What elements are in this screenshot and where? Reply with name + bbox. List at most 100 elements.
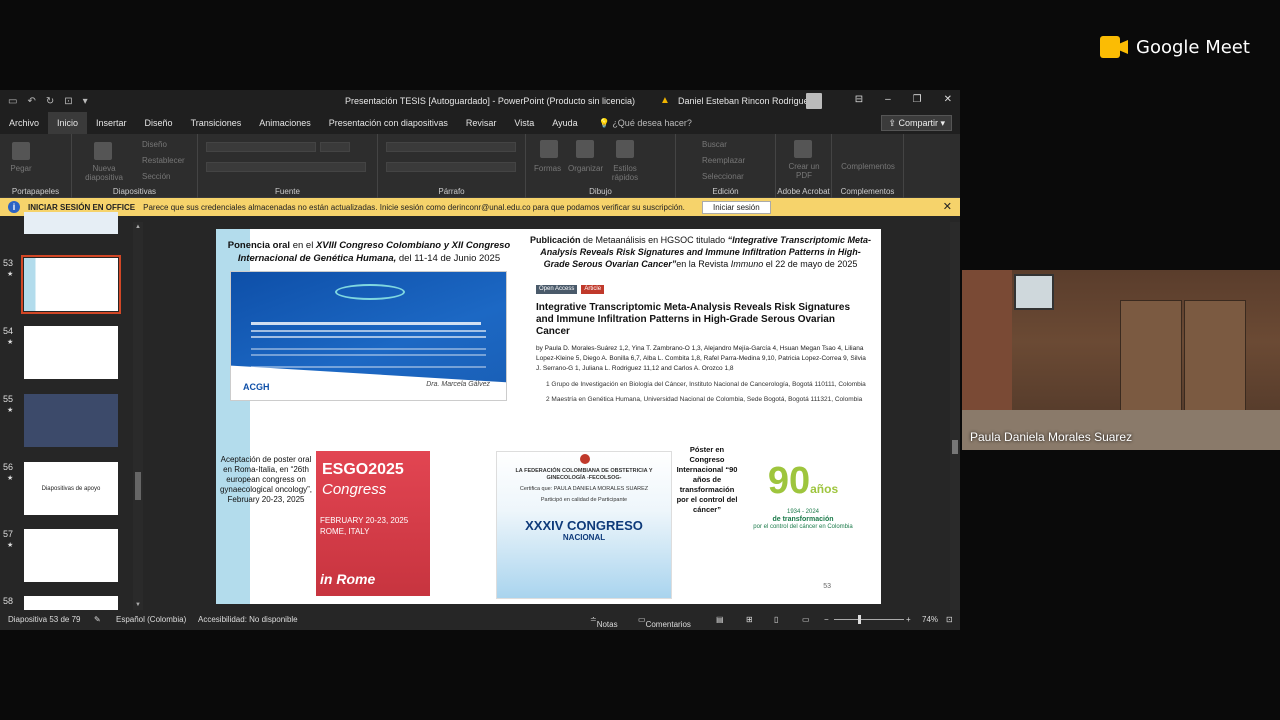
tell-me-search[interactable]: 💡 ¿Qué desea hacer? <box>587 118 692 129</box>
tab-animaciones[interactable]: Animaciones <box>250 112 320 134</box>
redo-icon[interactable]: ↻ <box>46 96 54 107</box>
slide-thumbnail[interactable] <box>24 394 118 447</box>
fecolsog-role: Participó en calidad de Participante <box>540 497 628 503</box>
slide-thumbnail[interactable]: Diapositivas de apoyo <box>24 462 118 515</box>
group-label: Fuente <box>275 187 300 196</box>
fecolsog-cert: Certifica que: PAULA DANIELA MORALES SUA… <box>519 486 649 492</box>
quick-styles-icon[interactable] <box>616 140 634 158</box>
wall-screen <box>1014 274 1054 310</box>
reset-label[interactable]: Restablecer <box>142 156 185 165</box>
close-icon[interactable]: ✕ <box>944 94 952 105</box>
new-slide-icon[interactable] <box>94 142 112 160</box>
signin-button[interactable]: Iniciar sesión <box>702 201 771 214</box>
tab-inicio[interactable]: Inicio <box>48 112 88 134</box>
create-pdf-icon[interactable] <box>794 140 812 158</box>
zoom-slider[interactable] <box>834 619 904 620</box>
fecolsog-nacional: NACIONAL <box>562 533 606 542</box>
tab-archivo[interactable]: Archivo <box>0 112 48 134</box>
notes-label: Notas <box>596 620 618 629</box>
slide-sorter-icon[interactable]: ⊞ <box>746 615 753 624</box>
tab-ayuda[interactable]: Ayuda <box>543 112 586 134</box>
header2-rest: de Metaanálisis en HGSOC titulado <box>580 235 728 245</box>
select-label[interactable]: Seleccionar <box>702 172 744 181</box>
slide-thumbnail[interactable] <box>24 212 118 234</box>
zoom-in-icon[interactable]: + <box>906 615 911 624</box>
infobar-close-icon[interactable]: ✕ <box>943 200 952 213</box>
group-label: Edición <box>712 187 739 196</box>
animation-star-icon: ★ <box>7 271 14 278</box>
scroll-down-icon[interactable]: ▼ <box>135 602 141 608</box>
shapes-icon[interactable] <box>540 140 558 158</box>
paper-screenshot: Open Access Article Integrative Transcri… <box>536 285 866 435</box>
fit-slide-icon[interactable]: ⊡ <box>946 615 953 624</box>
slide-number: 53 <box>3 258 14 268</box>
font-name-box[interactable] <box>206 142 316 152</box>
slide-scrollbar[interactable] <box>950 222 960 610</box>
tab-diseno[interactable]: Diseño <box>136 112 182 134</box>
animation-star-icon: ★ <box>7 339 14 346</box>
tab-transiciones[interactable]: Transiciones <box>182 112 251 134</box>
minimize-icon[interactable]: – <box>885 94 891 105</box>
anios-word: años <box>810 482 839 496</box>
tab-insertar[interactable]: Insertar <box>87 112 136 134</box>
slide-thumbnail[interactable] <box>24 529 118 582</box>
paste-label: Pegar <box>10 164 32 173</box>
group-dibujo: Formas Organizar Estilos rápidos Dibujo <box>526 134 676 198</box>
paste-icon[interactable] <box>12 142 30 160</box>
header2-date: el 22 de mayo de 2025 <box>763 259 858 269</box>
open-access-badge: Open Access <box>536 285 578 294</box>
thumbnail-scrollbar[interactable]: ▲ ▼ <box>133 222 143 610</box>
font-format-row[interactable] <box>206 162 366 172</box>
share-label: Compartir <box>898 118 938 128</box>
scrollbar-thumb[interactable] <box>952 440 958 454</box>
start-slideshow-icon[interactable]: ⊡ <box>64 96 72 107</box>
zoom-out-icon[interactable]: − <box>824 615 829 624</box>
addins-label[interactable]: Complementos <box>838 162 898 171</box>
user-avatar[interactable] <box>806 93 822 109</box>
slide-thumbnail[interactable] <box>24 596 118 610</box>
paragraph-row-1[interactable] <box>386 142 516 152</box>
fecolsog-certificate-image: LA FEDERACIÓN COLOMBIANA DE OBSTETRICIA … <box>496 451 672 599</box>
share-button[interactable]: ⇪ Compartir ▾ <box>881 115 952 131</box>
slide-page-number: 53 <box>823 583 831 590</box>
slide-thumbnail[interactable] <box>24 326 118 379</box>
save-icon[interactable]: ▭ <box>8 96 17 107</box>
slide-thumbnail-selected[interactable] <box>21 255 121 314</box>
animation-star-icon: ★ <box>7 407 14 414</box>
slideshow-view-icon[interactable]: ▭ <box>802 615 810 624</box>
reading-view-icon[interactable]: ▯ <box>774 615 778 624</box>
paragraph-row-2[interactable] <box>386 162 516 172</box>
participant-video-tile[interactable]: Paula Daniela Morales Suarez <box>962 270 1280 450</box>
meet-camera-icon <box>1100 36 1128 58</box>
language[interactable]: Español (Colombia) <box>116 615 186 624</box>
customize-qat-icon[interactable]: ▾ <box>83 96 88 107</box>
tab-vista[interactable]: Vista <box>505 112 543 134</box>
window-title: Presentación TESIS [Autoguardado] - Powe… <box>345 96 635 106</box>
layout-label[interactable]: Diseño <box>142 140 167 149</box>
group-label: Adobe Acrobat <box>777 187 830 196</box>
spell-check-icon[interactable]: ✎ <box>94 615 101 624</box>
restore-icon[interactable]: ❐ <box>913 94 922 105</box>
slide-canvas[interactable]: Ponencia oral en el XVIII Congreso Colom… <box>216 229 881 604</box>
scrollbar-thumb[interactable] <box>135 472 141 500</box>
zoom-slider-knob[interactable] <box>858 615 861 624</box>
notes-button[interactable]: ≐ Notas <box>590 615 618 629</box>
zoom-level[interactable]: 74% <box>922 615 938 624</box>
tab-presentacion[interactable]: Presentación con diapositivas <box>320 112 457 134</box>
section-label[interactable]: Sección <box>142 172 170 181</box>
comments-button[interactable]: ▭ Comentarios <box>638 615 691 629</box>
tab-revisar[interactable]: Revisar <box>457 112 506 134</box>
scroll-up-icon[interactable]: ▲ <box>135 224 141 230</box>
google-meet-logo: Google Meet <box>1100 36 1250 58</box>
find-label[interactable]: Buscar <box>702 140 727 149</box>
fecolsog-congreso: XXXIV CONGRESO <box>525 518 643 533</box>
normal-view-icon[interactable]: ▤ <box>716 615 724 624</box>
user-name[interactable]: Daniel Esteban Rincon Rodriguez <box>678 96 813 106</box>
undo-icon[interactable]: ↶ <box>27 96 35 107</box>
accessibility-status[interactable]: Accesibilidad: No disponible <box>198 615 298 624</box>
replace-label[interactable]: Reemplazar <box>702 156 745 165</box>
arrange-icon[interactable] <box>576 140 594 158</box>
font-size-box[interactable] <box>320 142 350 152</box>
group-label: Portapapeles <box>11 187 60 196</box>
ribbon-display-icon[interactable]: ⊟ <box>855 94 863 105</box>
